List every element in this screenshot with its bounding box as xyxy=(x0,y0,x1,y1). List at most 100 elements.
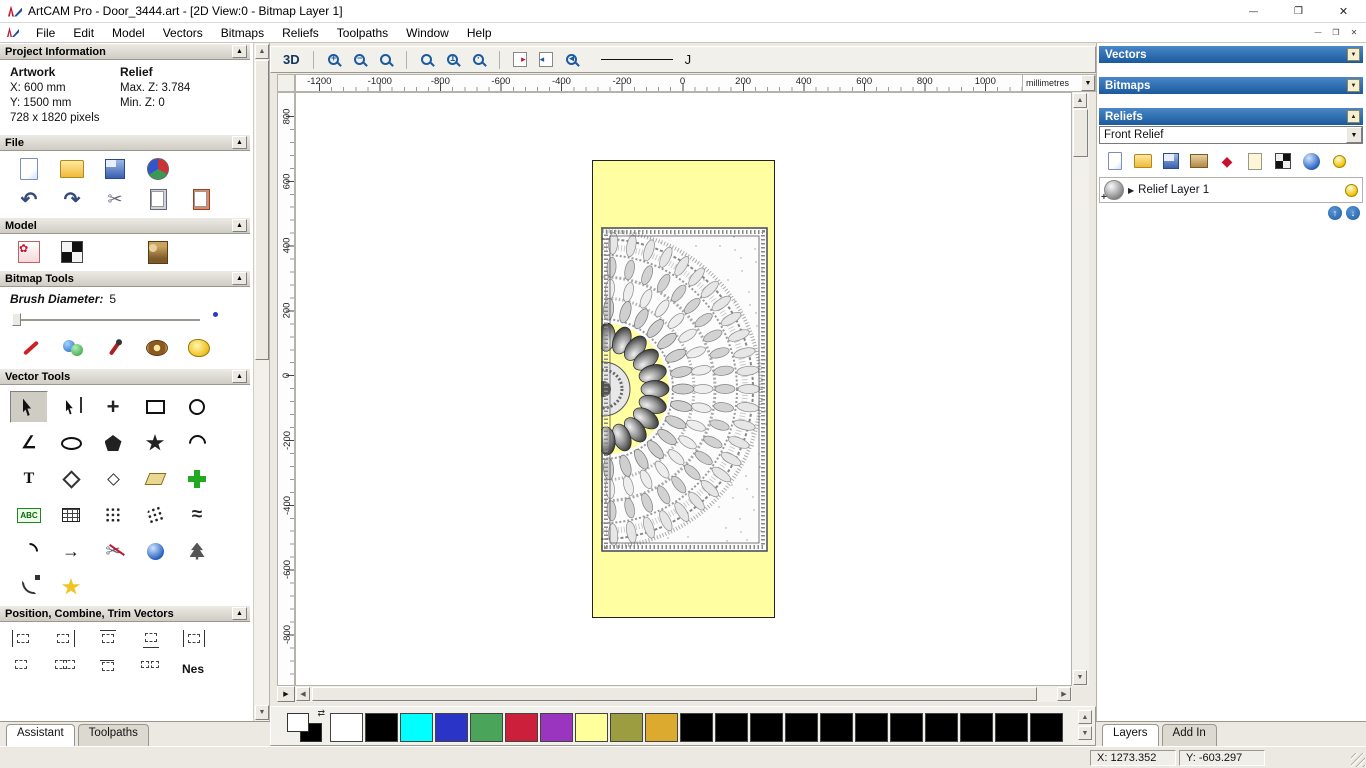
palette-swatch[interactable] xyxy=(750,713,783,742)
merge-layers-button[interactable] xyxy=(1245,151,1265,171)
open-model-button[interactable] xyxy=(59,157,85,181)
save-relief-button[interactable] xyxy=(1161,151,1181,171)
menu-item[interactable]: File xyxy=(27,24,64,42)
relief-dropdown[interactable]: Front Relief xyxy=(1099,126,1363,144)
zoom-object-button[interactable]: · xyxy=(468,50,490,70)
move-layer-up-button[interactable]: ↑ xyxy=(1328,206,1342,220)
relief-layer-row[interactable]: Relief Layer 1 xyxy=(1099,177,1363,203)
scroll-left-button[interactable] xyxy=(296,687,310,701)
vectors-header[interactable]: Vectors xyxy=(1099,46,1363,63)
bitmaps-header[interactable]: Bitmaps xyxy=(1099,77,1363,94)
nest-objects-button[interactable] xyxy=(94,499,132,531)
create-rectangle-button[interactable] xyxy=(136,391,174,423)
scroll-up-button[interactable] xyxy=(255,44,269,59)
layer-name[interactable]: Relief Layer 1 xyxy=(1138,184,1341,196)
assistant-scrollbar[interactable] xyxy=(253,43,269,721)
collapse-section-button[interactable] xyxy=(232,219,247,232)
zoom-1to1-button[interactable]: 1 xyxy=(442,50,464,70)
palette-swatch[interactable] xyxy=(540,713,573,742)
zoom-fit-button[interactable] xyxy=(416,50,438,70)
align-centre-button[interactable] xyxy=(182,628,206,650)
minimize-button[interactable] xyxy=(1231,0,1276,22)
primary-secondary-colour[interactable] xyxy=(287,712,325,743)
fit-arcs-button[interactable] xyxy=(10,535,48,567)
wrap-vectors-button[interactable] xyxy=(136,463,174,495)
align-top-button[interactable] xyxy=(96,628,120,650)
collapse-section-button[interactable] xyxy=(232,45,247,58)
menu-item[interactable]: Edit xyxy=(64,24,103,42)
block-copy-button[interactable] xyxy=(52,499,90,531)
chevron-down-icon[interactable] xyxy=(1081,75,1095,91)
close-button[interactable] xyxy=(1321,0,1366,22)
zoom-previous-button[interactable]: ◂ xyxy=(561,50,583,70)
zoom-window-button[interactable] xyxy=(375,50,397,70)
menu-item[interactable]: Bitmaps xyxy=(212,24,273,42)
create-arc-button[interactable] xyxy=(178,427,216,459)
menu-item[interactable]: Reliefs xyxy=(273,24,328,42)
palette-swatch[interactable] xyxy=(645,713,678,742)
scroll-thumb[interactable] xyxy=(312,687,1037,701)
menu-item[interactable]: Model xyxy=(103,24,154,42)
delete-layer-button[interactable] xyxy=(1217,151,1237,171)
layer-visibility-lamp-icon[interactable] xyxy=(1345,183,1358,197)
transform-vectors-button[interactable] xyxy=(94,391,132,423)
palette-swatch[interactable] xyxy=(435,713,468,742)
palette-swatch[interactable] xyxy=(575,713,608,742)
paste-special-button[interactable] xyxy=(188,187,214,211)
menu-item[interactable]: Window xyxy=(397,24,458,42)
tab-assistant[interactable]: Assistant xyxy=(6,724,75,746)
new-relief-layer-button[interactable] xyxy=(1105,151,1125,171)
tab-add-in[interactable]: Add In xyxy=(1161,724,1217,746)
mdi-minimize-button[interactable] xyxy=(1310,26,1326,40)
collapse-section-button[interactable] xyxy=(232,136,247,149)
palette-swatch[interactable] xyxy=(715,713,748,742)
drawing-canvas[interactable] xyxy=(295,92,1072,686)
save-model-button[interactable] xyxy=(102,157,128,181)
text-on-curve-button[interactable]: ABC xyxy=(10,499,48,531)
zoom-out-button[interactable]: − xyxy=(349,50,371,70)
greyscale-view-button[interactable] xyxy=(1273,151,1293,171)
maximize-button[interactable] xyxy=(1276,0,1321,22)
scroll-down-button[interactable] xyxy=(1078,726,1092,740)
menu-item[interactable]: Toolpaths xyxy=(328,24,397,42)
canvas-horizontal-scrollbar[interactable] xyxy=(295,686,1072,702)
snap-guides-button[interactable] xyxy=(535,50,557,70)
expand-bitmaps-button[interactable] xyxy=(1347,79,1360,92)
new-model-button[interactable] xyxy=(16,157,42,181)
tab-toolpaths[interactable]: Toolpaths xyxy=(77,724,149,746)
palette-swatch[interactable] xyxy=(400,713,433,742)
bucket-fill-button[interactable] xyxy=(186,336,212,360)
node-editing-button[interactable] xyxy=(52,391,90,423)
palette-swatch[interactable] xyxy=(330,713,363,742)
colour-picker-button[interactable] xyxy=(102,336,128,360)
create-ellipse-button[interactable] xyxy=(52,427,90,459)
menu-item[interactable]: Vectors xyxy=(154,24,212,42)
palette-swatch[interactable] xyxy=(855,713,888,742)
palette-swatch[interactable] xyxy=(995,713,1028,742)
set-model-size-button[interactable] xyxy=(16,240,42,264)
align-right-button[interactable] xyxy=(53,628,77,650)
create-clipart-button[interactable] xyxy=(178,535,216,567)
paste-button[interactable] xyxy=(145,187,171,211)
collapse-section-button[interactable] xyxy=(232,607,247,620)
interactive-distortion-button[interactable] xyxy=(136,535,174,567)
scroll-up-button[interactable] xyxy=(1073,93,1087,108)
switch-to-3d-button[interactable]: 3D xyxy=(279,51,304,68)
palette-swatch[interactable] xyxy=(680,713,713,742)
chevron-down-icon[interactable] xyxy=(1346,127,1362,143)
collapse-section-button[interactable] xyxy=(232,370,247,383)
colour-palette-button[interactable] xyxy=(144,336,170,360)
group-vectors-button[interactable] xyxy=(96,658,120,676)
cut-button[interactable] xyxy=(102,187,128,211)
undo-button[interactable] xyxy=(16,187,42,211)
scroll-down-button[interactable] xyxy=(1073,670,1087,685)
create-circle-button[interactable] xyxy=(178,391,216,423)
trim-vectors-button[interactable] xyxy=(94,535,132,567)
reliefs-header[interactable]: Reliefs xyxy=(1099,108,1363,125)
line-width-sample[interactable] xyxy=(600,59,673,60)
import-3d-model-button[interactable] xyxy=(145,157,171,181)
slider-thumb[interactable] xyxy=(12,313,21,326)
smooth-relief-button[interactable] xyxy=(1301,151,1321,171)
paint-button[interactable] xyxy=(18,336,44,360)
collapse-section-button[interactable] xyxy=(232,272,247,285)
